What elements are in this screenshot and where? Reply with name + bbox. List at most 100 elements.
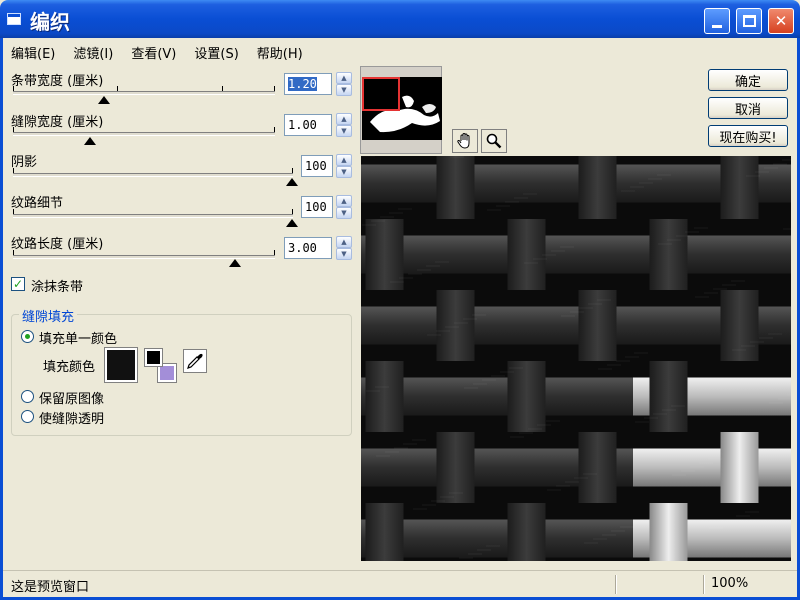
fill-color-swatch[interactable]: [104, 347, 138, 383]
weave-strip-vertical: [507, 219, 546, 290]
ok-button[interactable]: 确定: [708, 69, 788, 91]
menu-edit[interactable]: 编辑(E): [3, 40, 63, 62]
navigator-thumbnail[interactable]: [362, 77, 442, 140]
weave-strip-horizontal: [491, 306, 562, 345]
hand-tool-button[interactable]: [452, 129, 478, 153]
slider-tick: [13, 168, 14, 173]
texture-length-slider-thumb[interactable]: [229, 259, 241, 267]
navigator-viewport-rect[interactable]: [362, 77, 400, 111]
texture-length-spinner[interactable]: ▲ ▼: [336, 236, 352, 260]
spin-down-icon[interactable]: ▼: [336, 248, 352, 260]
slider-tick: [13, 209, 14, 214]
weave-strip-horizontal: [704, 519, 775, 558]
slider-tick: [274, 250, 275, 255]
slider-tick: [13, 127, 14, 132]
texture-detail-slider[interactable]: [13, 209, 293, 218]
weave-strip-horizontal: [562, 235, 633, 274]
texture-length-input[interactable]: 3.00: [284, 237, 332, 259]
spin-down-icon[interactable]: ▼: [336, 125, 352, 137]
weave-strip-horizontal: [633, 306, 704, 345]
weave-strip-horizontal: [491, 448, 562, 487]
transparent-gap-radio[interactable]: [21, 410, 34, 423]
weave-strip-vertical: [578, 432, 617, 503]
menu-help[interactable]: 帮助(H): [249, 40, 311, 62]
gap-width-input[interactable]: 1.00: [284, 114, 332, 136]
smear-strips-checkbox[interactable]: ✓: [11, 277, 25, 291]
weave-strip-horizontal: [562, 377, 633, 416]
texture-detail-input[interactable]: 100: [301, 196, 333, 218]
gap-width-spinner[interactable]: ▲ ▼: [336, 113, 352, 137]
shadow-label: 阴影: [11, 155, 38, 170]
close-button[interactable]: ✕: [768, 8, 794, 34]
weave-strip-vertical: [507, 503, 546, 561]
slider-tick: [292, 168, 293, 173]
strip-width-slider-thumb[interactable]: [98, 96, 110, 104]
status-separator: [615, 575, 617, 594]
spin-down-icon[interactable]: ▼: [336, 166, 352, 178]
slider-tick: [292, 209, 293, 214]
weave-strip-vertical: [649, 219, 688, 290]
weave-strip-vertical: [720, 432, 759, 503]
weave-strip-horizontal: [420, 519, 491, 558]
shadow-slider[interactable]: [13, 168, 293, 177]
eyedropper-icon: [187, 353, 203, 369]
spin-up-icon[interactable]: ▲: [336, 72, 352, 84]
fill-solid-label[interactable]: 填充单一颜色: [39, 328, 117, 347]
gap-width-slider-thumb[interactable]: [84, 137, 96, 145]
texture-length-label: 纹路长度 (厘米): [11, 237, 104, 252]
buy-now-button[interactable]: 现在购买!: [708, 125, 788, 147]
strip-width-spinner[interactable]: ▲ ▼: [336, 72, 352, 96]
title-bar[interactable]: 编织 ✕: [0, 0, 800, 38]
keep-original-label[interactable]: 保留原图像: [39, 388, 104, 407]
weave-strip-horizontal: [361, 164, 420, 203]
spin-up-icon[interactable]: ▲: [336, 195, 352, 207]
foreground-color-swatch[interactable]: [144, 348, 163, 367]
menu-view[interactable]: 查看(V): [123, 40, 184, 62]
weave-strip-horizontal: [704, 235, 775, 274]
close-icon: ✕: [774, 12, 788, 30]
transparent-gap-label[interactable]: 使缝隙透明: [39, 408, 104, 427]
shadow-input[interactable]: 100: [301, 155, 333, 177]
weave-strip-horizontal: [775, 519, 791, 558]
smear-strips-label[interactable]: 涂抹条带: [31, 276, 83, 295]
gap-width-label: 缝隙宽度 (厘米): [11, 115, 104, 130]
spin-down-icon[interactable]: ▼: [336, 207, 352, 219]
spin-down-icon[interactable]: ▼: [336, 84, 352, 96]
texture-detail-spinner[interactable]: ▲ ▼: [336, 195, 352, 219]
weave-strip-horizontal: [420, 377, 491, 416]
shadow-spinner[interactable]: ▲ ▼: [336, 154, 352, 178]
weave-strip-horizontal: [704, 377, 775, 416]
maximize-icon: [742, 15, 756, 27]
spin-up-icon[interactable]: ▲: [336, 236, 352, 248]
weave-strip-horizontal: [775, 164, 791, 203]
maximize-button[interactable]: [736, 8, 762, 34]
gap-width-slider[interactable]: [13, 127, 275, 136]
weave-strip-vertical: [436, 290, 475, 361]
gap-fill-group-title: 缝隙填充: [19, 306, 78, 325]
weave-strip-vertical: [720, 156, 759, 219]
cancel-button[interactable]: 取消: [708, 97, 788, 119]
menu-bar: 编辑(E) 滤镜(I) 查看(V) 设置(S) 帮助(H): [3, 40, 797, 62]
texture-detail-label: 纹路细节: [11, 196, 64, 211]
fill-solid-radio[interactable]: [21, 330, 34, 343]
menu-settings[interactable]: 设置(S): [186, 40, 246, 62]
preview-window[interactable]: [361, 156, 791, 561]
background-color-swatch[interactable]: [157, 363, 177, 383]
strip-width-slider[interactable]: [13, 86, 275, 95]
shadow-slider-thumb[interactable]: [286, 178, 298, 186]
weave-strip-vertical: [578, 290, 617, 361]
strip-width-input[interactable]: 1.20: [284, 73, 332, 95]
slider-tick: [222, 86, 223, 91]
weave-strip-horizontal: [775, 377, 791, 416]
keep-original-radio[interactable]: [21, 390, 34, 403]
eyedropper-button[interactable]: [183, 349, 207, 373]
spin-up-icon[interactable]: ▲: [336, 154, 352, 166]
texture-detail-slider-thumb[interactable]: [286, 219, 298, 227]
zoom-tool-button[interactable]: [481, 129, 507, 153]
navigator-panel[interactable]: [360, 66, 442, 154]
weave-strip-horizontal: [420, 235, 491, 274]
spin-up-icon[interactable]: ▲: [336, 113, 352, 125]
menu-filter[interactable]: 滤镜(I): [65, 40, 121, 62]
weave-strip-horizontal: [775, 235, 791, 274]
minimize-button[interactable]: [704, 8, 730, 34]
